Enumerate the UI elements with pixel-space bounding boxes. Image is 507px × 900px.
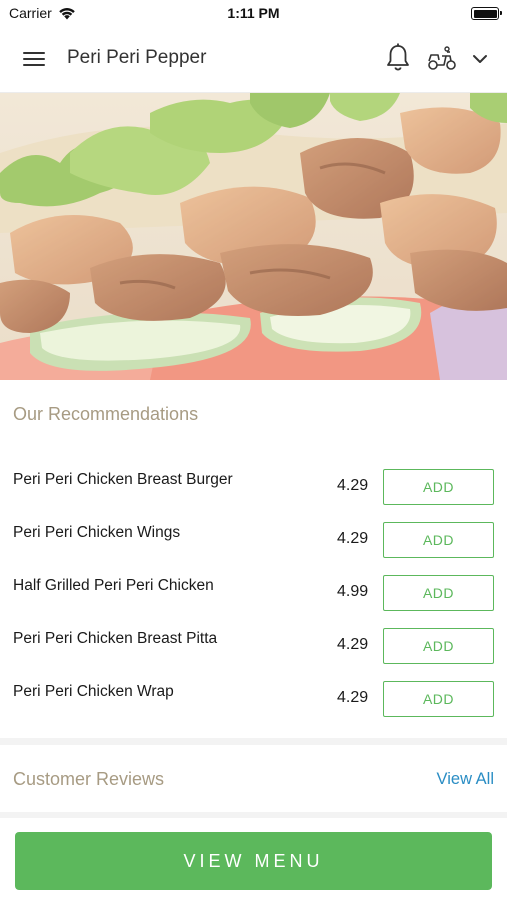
- item-name: Peri Peri Chicken Wrap: [13, 683, 174, 700]
- item-price: 4.99: [337, 583, 369, 600]
- view-menu-button[interactable]: VIEW MENU: [15, 832, 492, 890]
- list-item: Peri Peri Chicken Breast Pitta 4.29 ADD: [0, 628, 507, 681]
- add-button[interactable]: ADD: [383, 522, 494, 558]
- carrier-label: Carrier: [9, 5, 52, 21]
- carrier-indicator: Carrier: [9, 5, 76, 21]
- wifi-icon: [58, 7, 75, 19]
- page-title: Peri Peri Pepper: [67, 47, 207, 68]
- add-button[interactable]: ADD: [383, 575, 494, 611]
- app-header: Peri Peri Pepper: [0, 26, 507, 93]
- add-button[interactable]: ADD: [383, 681, 494, 717]
- list-item: Peri Peri Chicken Wrap 4.29 ADD: [0, 681, 507, 734]
- item-price: 4.29: [337, 530, 369, 547]
- item-name: Half Grilled Peri Peri Chicken: [13, 577, 214, 594]
- menu-icon[interactable]: [20, 46, 48, 72]
- add-button[interactable]: ADD: [383, 469, 494, 505]
- battery-icon: [471, 7, 502, 20]
- chevron-down-icon[interactable]: [468, 48, 492, 70]
- status-bar: Carrier 1:11 PM: [0, 0, 507, 26]
- list-item: Peri Peri Chicken Breast Burger 4.29 ADD: [0, 469, 507, 522]
- bell-icon[interactable]: [383, 42, 413, 74]
- recommendations-title: Our Recommendations: [13, 404, 199, 424]
- list-item: Half Grilled Peri Peri Chicken 4.99 ADD: [0, 575, 507, 628]
- scooter-icon[interactable]: [426, 44, 458, 74]
- view-all-link[interactable]: View All: [437, 770, 494, 789]
- add-button[interactable]: ADD: [383, 628, 494, 664]
- list-item: Peri Peri Chicken Wings 4.29 ADD: [0, 522, 507, 575]
- item-price: 4.29: [337, 636, 369, 653]
- item-price: 4.29: [337, 689, 369, 706]
- clock: 1:11 PM: [227, 5, 280, 21]
- item-name: Peri Peri Chicken Wings: [13, 524, 181, 541]
- hero-food-image: [0, 93, 507, 380]
- item-price: 4.29: [337, 477, 369, 494]
- reviews-title: Customer Reviews: [13, 769, 165, 789]
- item-name: Peri Peri Chicken Breast Burger: [13, 471, 233, 488]
- item-name: Peri Peri Chicken Breast Pitta: [13, 630, 218, 647]
- section-divider: [0, 738, 507, 745]
